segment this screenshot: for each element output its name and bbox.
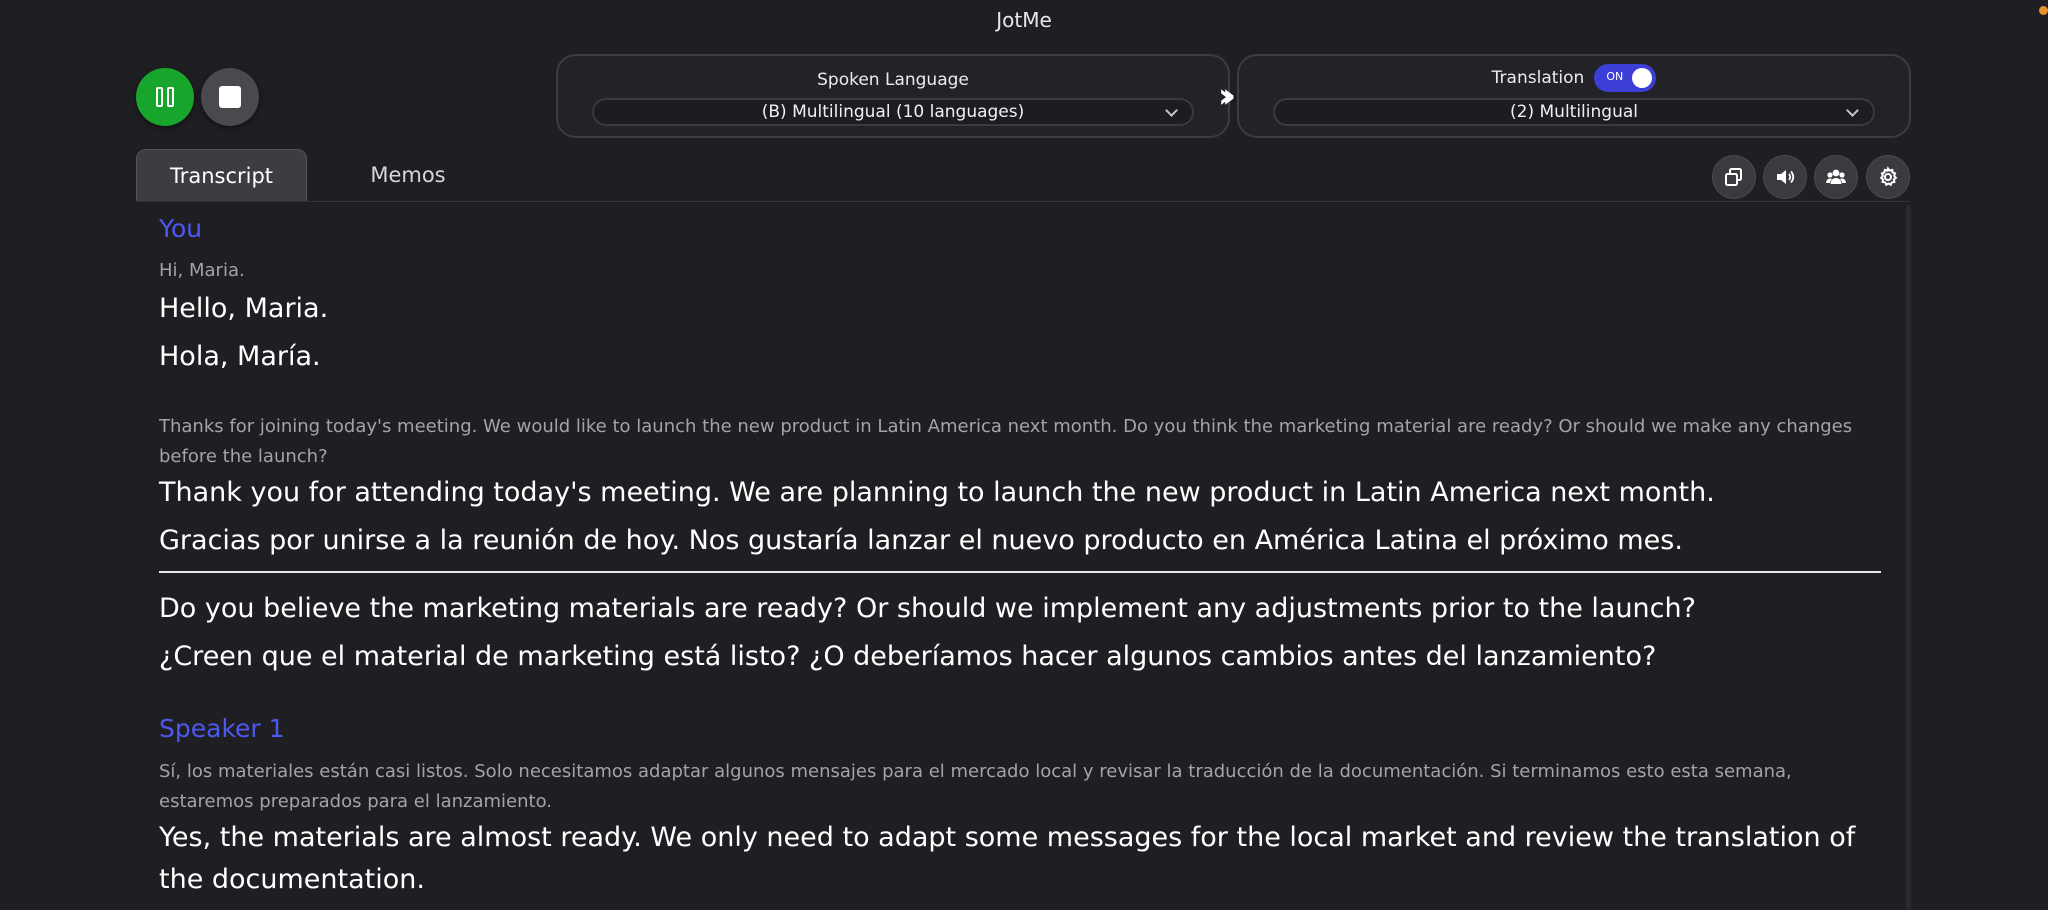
gear-icon bbox=[1879, 166, 1898, 187]
original-text: Sí, los materiales están casi listos. So… bbox=[159, 761, 1792, 812]
translated-line: Yes, the materials are almost ready. We … bbox=[159, 822, 1856, 895]
windows-icon bbox=[1725, 168, 1742, 186]
spoken-language-label: Spoken Language bbox=[817, 70, 969, 90]
spoken-language-value: (B) Multilingual (10 languages) bbox=[761, 102, 1025, 122]
window-title: JotMe bbox=[996, 8, 1052, 32]
translation-label: Translation bbox=[1491, 68, 1585, 88]
stop-button[interactable] bbox=[201, 68, 259, 126]
tab-transcript[interactable]: Transcript bbox=[136, 149, 307, 201]
audio-button[interactable] bbox=[1763, 155, 1807, 199]
double-chevron-right-icon: ›› bbox=[1218, 76, 1236, 116]
speaker-name: Speaker 1 bbox=[159, 714, 285, 743]
translated-line: Hello, Maria. bbox=[159, 293, 329, 324]
toggle-state-text: ON bbox=[1606, 70, 1624, 83]
translated-line: ¿Creen que el material de marketing está… bbox=[159, 641, 1657, 672]
toggle-knob bbox=[1632, 68, 1653, 88]
people-icon bbox=[1826, 169, 1846, 184]
speakers-button[interactable] bbox=[1814, 155, 1858, 199]
app-window: JotMe Spoken Language (B) Multilingual (… bbox=[0, 0, 2048, 910]
speaker-name: You bbox=[159, 214, 203, 243]
segment-divider bbox=[159, 571, 1881, 573]
pause-button[interactable] bbox=[136, 68, 194, 126]
spoken-language-select[interactable]: (B) Multilingual (10 languages) bbox=[592, 98, 1194, 126]
pip-window-button[interactable] bbox=[1712, 155, 1756, 199]
translated-line: Gracias por unirse a la reunión de hoy. … bbox=[159, 525, 1683, 556]
tab-divider bbox=[136, 201, 1911, 202]
original-text: Thanks for joining today's meeting. We w… bbox=[159, 416, 1853, 467]
spoken-language-panel: Spoken Language (B) Multilingual (10 lan… bbox=[556, 54, 1230, 138]
pause-icon bbox=[156, 87, 174, 107]
translated-line: Do you believe the marketing materials a… bbox=[159, 593, 1696, 624]
transcript-scrollbar[interactable] bbox=[1906, 205, 1911, 910]
notification-dot bbox=[2039, 6, 2048, 15]
translated-line: Hola, María. bbox=[159, 341, 321, 372]
translation-language-select[interactable]: (2) Multilingual bbox=[1273, 98, 1875, 126]
translation-toggle[interactable]: ON bbox=[1594, 64, 1657, 92]
speaker-icon bbox=[1777, 170, 1795, 184]
translation-panel: Translation ON (2) Multilingual bbox=[1237, 54, 1911, 138]
tab-memos[interactable]: Memos bbox=[340, 149, 476, 201]
stop-icon bbox=[219, 86, 241, 108]
original-text: Hi, Maria. bbox=[159, 260, 245, 281]
translated-line: Thank you for attending today's meeting.… bbox=[159, 477, 1715, 508]
chevron-down-icon bbox=[1165, 104, 1178, 117]
chevron-down-icon bbox=[1846, 104, 1859, 117]
settings-button[interactable] bbox=[1866, 155, 1910, 199]
translation-language-value: (2) Multilingual bbox=[1510, 102, 1638, 122]
